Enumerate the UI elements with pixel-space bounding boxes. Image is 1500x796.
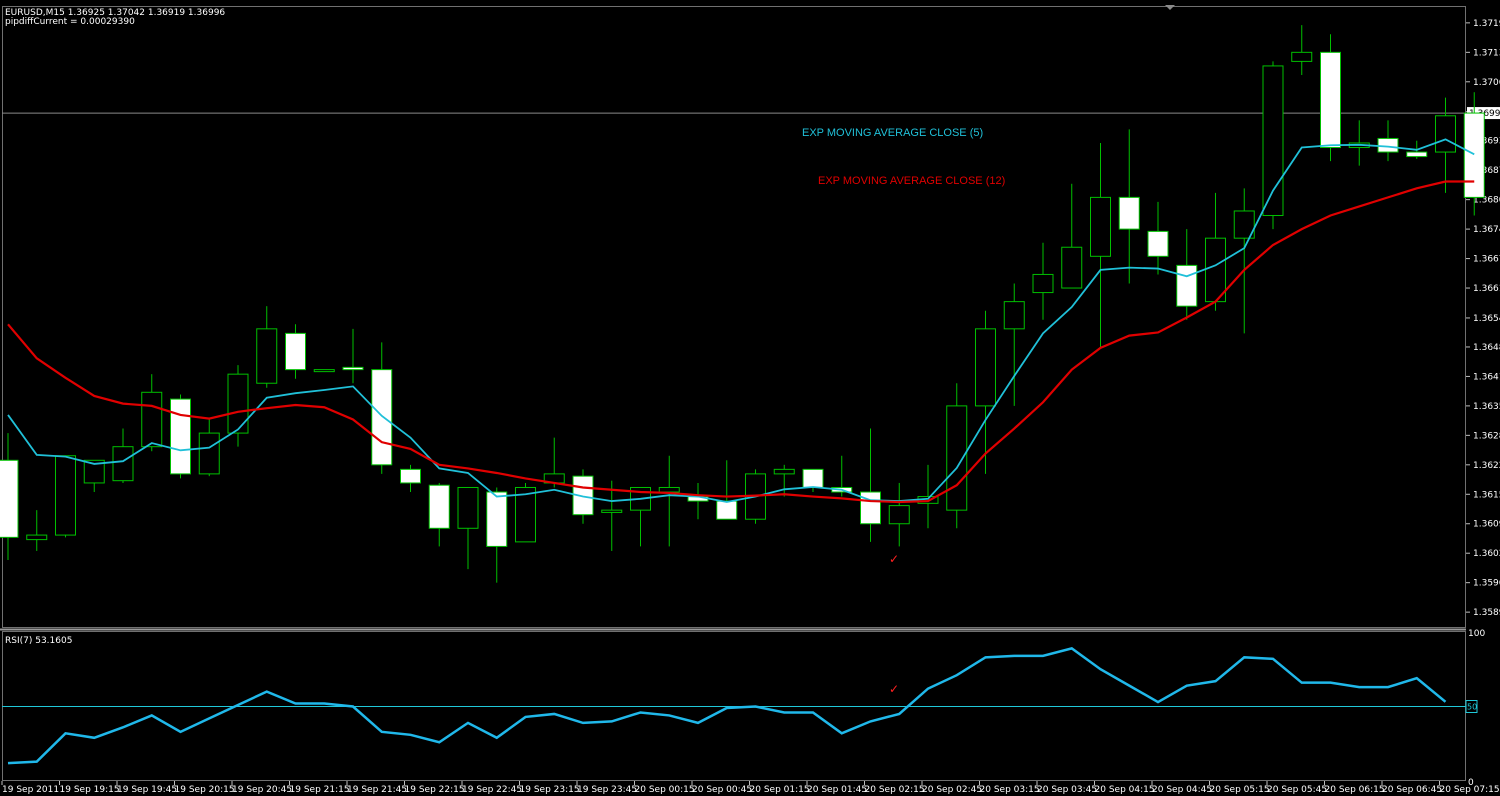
price-tick-label: 1.36610: [1473, 284, 1500, 294]
time-tick-label: 20 Sep 04:15: [1095, 785, 1155, 795]
bear-candle: [285, 332, 306, 371]
bull-candle: [1003, 301, 1025, 330]
price-tick-label: 1.36480: [1473, 343, 1500, 353]
bear-candle: [1147, 230, 1169, 257]
price-tick-label: 1.36675: [1473, 255, 1500, 265]
time-tick-label: 20 Sep 05:45: [1267, 785, 1327, 795]
price-tick-label: 1.35895: [1473, 608, 1500, 618]
bear-candle: [1406, 151, 1428, 158]
price-tick-label: 1.36090: [1473, 520, 1500, 530]
bull-candle: [313, 369, 335, 373]
bull-candle: [773, 468, 795, 475]
bear-candle: [802, 468, 824, 488]
ema12-legend-label: EXP MOVING AVERAGE CLOSE (12): [818, 175, 1005, 187]
bull-candle: [55, 455, 76, 536]
price-tick-label: 1.36220: [1473, 461, 1500, 471]
bull-candle: [227, 373, 249, 434]
price-tick-label: 1.35960: [1473, 579, 1500, 589]
bull-candle: [1032, 273, 1054, 294]
time-tick-label: 19 Sep 23:45: [577, 785, 637, 795]
price-tick-label: 1.36544: [1473, 314, 1500, 324]
time-tick-label: 20 Sep 00:15: [635, 785, 695, 795]
bull-candle: [457, 486, 479, 529]
bull-candle: [658, 486, 680, 493]
rsi-panel-title: RSI(7) 53.1605: [5, 636, 73, 646]
bear-candle: [1377, 137, 1399, 153]
rsi-tick-label: 100: [1468, 629, 1485, 639]
time-tick-label: 20 Sep 02:45: [922, 785, 982, 795]
time-tick-label: 19 Sep 19:45: [117, 785, 177, 795]
time-tick-label: 19 Sep 20:45: [232, 785, 292, 795]
bear-candle: [486, 491, 508, 547]
time-tick-label: 20 Sep 02:15: [865, 785, 925, 795]
main-chart-frame: [2, 6, 1466, 628]
time-tick-label: 20 Sep 01:45: [807, 785, 867, 795]
checkmark-marker-icon: ✓: [889, 552, 899, 566]
time-tick-label: 19 Sep 20:15: [175, 785, 235, 795]
rsi-tick-label: 0: [1468, 778, 1474, 788]
bear-candle: [400, 468, 421, 484]
rsi-level-label: 50: [1467, 703, 1477, 712]
bull-candle: [601, 509, 623, 513]
time-tick-label: 19 Sep 19:15: [60, 785, 120, 795]
bear-candle: [342, 366, 364, 371]
bull-candle: [26, 534, 48, 541]
bull-candle: [1291, 51, 1313, 62]
time-tick-label: 20 Sep 06:15: [1325, 785, 1385, 795]
bull-candle: [888, 505, 910, 525]
time-tick-label: 20 Sep 06:45: [1382, 785, 1442, 795]
time-tick-label: 20 Sep 01:15: [750, 785, 810, 795]
price-tick-label: 1.36350: [1473, 402, 1500, 412]
bull-candle: [1061, 246, 1083, 289]
trading-chart[interactable]: 1.371951.371301.370651.369991.369351.368…: [0, 0, 1500, 796]
time-tick-label: 20 Sep 05:15: [1210, 785, 1270, 795]
bear-candle: [1463, 112, 1485, 198]
indicator-header: pipdiffCurrent = 0.00029390: [5, 17, 135, 27]
bull-candle: [256, 328, 278, 384]
time-tick-label: 19 Sep 21:45: [347, 785, 407, 795]
bear-candle: [428, 484, 450, 529]
bull-candle: [141, 391, 163, 448]
bull-candle: [1435, 115, 1456, 153]
price-tick-label: 1.36025: [1473, 549, 1500, 559]
ema5-legend-label: EXP MOVING AVERAGE CLOSE (5): [802, 127, 983, 139]
bear-candle: [1320, 51, 1341, 149]
bull-candle: [975, 328, 996, 407]
bear-candle: [0, 459, 19, 538]
price-tick-label: 1.36155: [1473, 490, 1500, 500]
bull-candle: [1262, 65, 1284, 217]
price-tick-label: 1.36415: [1473, 372, 1500, 382]
price-tick-label: 1.37130: [1473, 48, 1500, 58]
price-tick-label: 1.36285: [1473, 431, 1500, 441]
time-axis: 19 Sep 2011 19 Sep 19:1519 Sep 19:4519 Se…: [1, 781, 1500, 795]
time-tick-label: 19 Sep 2011: [2, 785, 59, 795]
bull-candle: [112, 446, 134, 482]
bull-candle: [198, 432, 220, 475]
bear-candle: [1118, 196, 1140, 230]
time-tick-label: 19 Sep 22:15: [405, 785, 465, 795]
bear-candle: [371, 369, 393, 466]
price-tick-label: 1.37065: [1473, 78, 1500, 88]
bear-candle: [1176, 264, 1198, 307]
time-tick-label: 20 Sep 00:45: [692, 785, 752, 795]
time-tick-label: 20 Sep 03:15: [980, 785, 1040, 795]
time-tick-label: 20 Sep 04:45: [1152, 785, 1212, 795]
time-tick-label: 20 Sep 03:45: [1037, 785, 1097, 795]
price-axis: 1.371951.371301.370651.369991.369351.368…: [1466, 19, 1500, 618]
bull-candle: [1205, 237, 1226, 303]
bear-candle: [716, 500, 738, 520]
bull-candle: [1090, 196, 1111, 257]
bear-candle: [170, 398, 191, 475]
time-tick-label: 19 Sep 23:15: [520, 785, 580, 795]
time-tick-label: 19 Sep 22:45: [462, 785, 522, 795]
rsi-axis: 100 0 50: [1465, 629, 1485, 788]
price-tick-label: 1.37195: [1473, 19, 1500, 29]
rsi-checkmark-marker-icon: ✓: [889, 682, 899, 696]
price-tick-label: 1.36740: [1473, 225, 1500, 235]
time-tick-label: 19 Sep 21:15: [290, 785, 350, 795]
